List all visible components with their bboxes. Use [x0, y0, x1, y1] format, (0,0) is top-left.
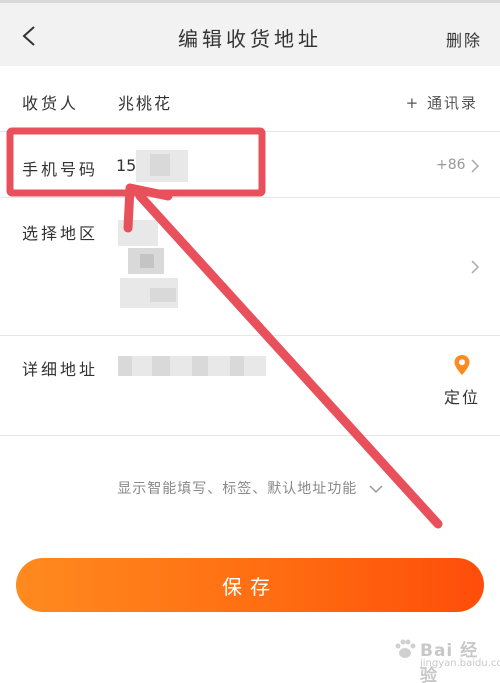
paw-logo-icon — [395, 639, 416, 658]
recipient-label: 收货人 — [22, 94, 80, 113]
chevron-down-icon — [369, 485, 383, 494]
top-bar: 编辑收货地址 删除 — [0, 0, 500, 66]
chevron-right-icon[interactable] — [468, 260, 482, 274]
locate-button[interactable]: 定位 — [440, 354, 484, 408]
save-button[interactable]: 保存 — [16, 558, 484, 612]
phone-value[interactable]: 15 — [116, 156, 136, 175]
country-code[interactable]: +86 — [436, 157, 466, 173]
region-blur — [118, 220, 158, 246]
contacts-link[interactable]: + 通讯录 — [406, 92, 478, 113]
region-row[interactable]: 选择地区 — [0, 198, 500, 336]
chevron-right-icon[interactable] — [468, 159, 482, 173]
phone-row[interactable]: 手机号码 15 +86 — [0, 132, 500, 198]
watermark-url: jingyan.baidu.com — [420, 658, 500, 669]
location-pin-icon — [454, 355, 470, 375]
locate-label: 定位 — [443, 388, 480, 407]
region-label: 选择地区 — [22, 224, 99, 243]
address-row[interactable]: 详细地址 — [0, 336, 500, 436]
address-label: 详细地址 — [22, 360, 99, 379]
delete-button[interactable]: 删除 — [446, 27, 482, 51]
phone-blur — [150, 154, 170, 176]
region-blur — [150, 288, 176, 302]
address-blur — [152, 356, 170, 376]
address-blur — [118, 356, 132, 376]
address-blur — [192, 356, 208, 376]
smart-fill-hint-text: 显示智能填写、标签、默认地址功能 — [117, 481, 358, 497]
watermark: Bai 经验 jingyan.baidu.com — [390, 632, 500, 683]
page-title: 编辑收货地址 — [178, 27, 322, 51]
phone-label: 手机号码 — [22, 160, 99, 179]
address-blur — [230, 356, 244, 376]
recipient-value[interactable]: 兆桃花 — [118, 90, 172, 114]
region-blur — [140, 254, 154, 268]
smart-fill-hint[interactable]: 显示智能填写、标签、默认地址功能 — [0, 478, 500, 498]
